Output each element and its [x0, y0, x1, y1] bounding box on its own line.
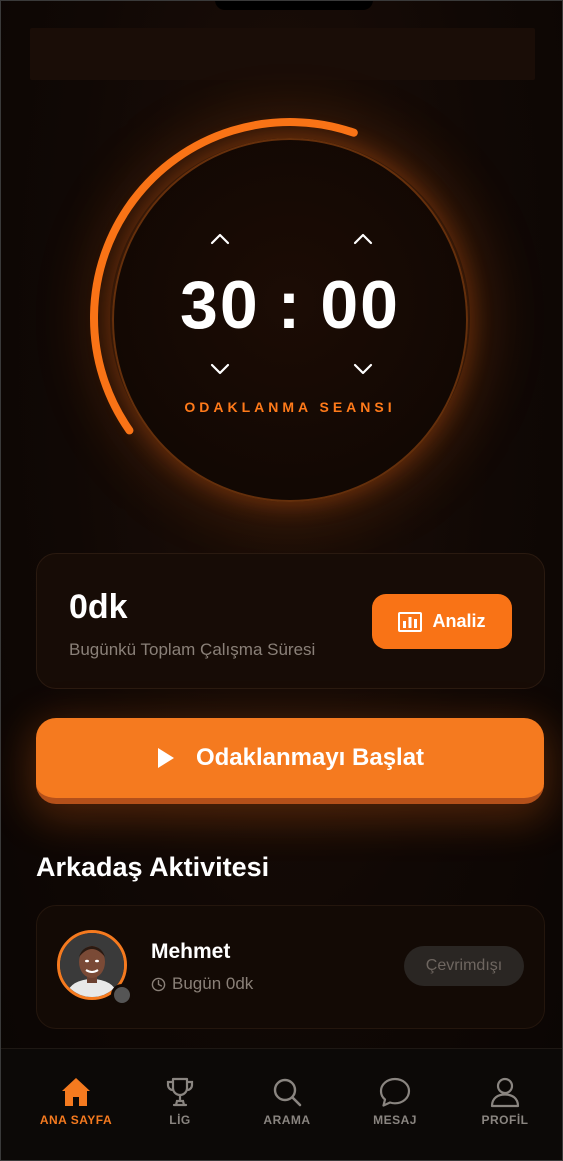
nav-label-messages: MESAJ [373, 1113, 417, 1127]
nav-label-league: LİG [169, 1113, 191, 1127]
start-focus-label: Odaklanmayı Başlat [195, 744, 425, 771]
nav-label-profile: PROFİL [481, 1113, 529, 1127]
nav-label-home: ANA SAYFA [39, 1113, 113, 1127]
offline-status-dot [111, 984, 133, 1006]
seconds-down-chevron-icon[interactable] [353, 360, 373, 375]
seconds-up-chevron-icon[interactable] [353, 230, 373, 245]
home-icon [62, 1078, 90, 1106]
minutes-down-chevron-icon[interactable] [210, 360, 230, 375]
header-bar [30, 28, 535, 80]
nav-item-search[interactable]: ARAMA [237, 1075, 337, 1127]
search-icon [273, 1078, 302, 1107]
friend-activity-title: Arkadaş Aktivitesi [36, 852, 270, 882]
timer-display: 30 : 00 [80, 260, 500, 350]
timer-minutes[interactable]: 30 [180, 266, 260, 344]
daily-total-value: 0dk [69, 588, 128, 626]
app-screen: 30 : 00 ODAKLANMA SEANSI 0dk Bugünkü Top… [0, 0, 563, 1161]
focus-timer: 30 : 00 ODAKLANMA SEANSI [80, 108, 500, 528]
friend-activity: Bugün 0dk [151, 974, 253, 994]
bar-chart-icon [398, 611, 423, 632]
device-notch [215, 0, 373, 10]
analyze-button-label: Analiz [432, 611, 486, 631]
nav-label-search: ARAMA [263, 1113, 311, 1127]
play-icon [157, 748, 174, 768]
timer-colon: : [277, 267, 303, 343]
profile-icon [490, 1077, 520, 1108]
clock-icon [151, 977, 166, 991]
trophy-icon [166, 1077, 194, 1107]
bottom-navigation: ANA SAYFA LİG ARAMA MESAJ PROFİL [0, 1048, 563, 1161]
nav-item-league[interactable]: LİG [130, 1075, 230, 1127]
nav-item-home[interactable]: ANA SAYFA [26, 1075, 126, 1127]
daily-total-caption: Bugünkü Toplam Çalışma Süresi [69, 640, 316, 659]
status-badge: Çevrimdışı [404, 946, 524, 986]
message-icon [379, 1077, 411, 1107]
nav-item-messages[interactable]: MESAJ [345, 1075, 445, 1127]
friend-activity-text: Bugün 0dk [172, 974, 254, 993]
list-item[interactable]: Mehmet Bugün 0dk Çevrimdışı [36, 905, 545, 1029]
friend-name: Mehmet [151, 940, 231, 963]
session-label: ODAKLANMA SEANSI [184, 399, 396, 415]
minutes-up-chevron-icon[interactable] [210, 230, 230, 245]
analyze-button[interactable]: Analiz [372, 594, 512, 649]
timer-seconds[interactable]: 00 [320, 266, 400, 344]
daily-stats-card: 0dk Bugünkü Toplam Çalışma Süresi Analiz [36, 553, 545, 689]
nav-item-profile[interactable]: PROFİL [455, 1075, 555, 1127]
start-focus-button[interactable]: Odaklanmayı Başlat [36, 718, 544, 804]
